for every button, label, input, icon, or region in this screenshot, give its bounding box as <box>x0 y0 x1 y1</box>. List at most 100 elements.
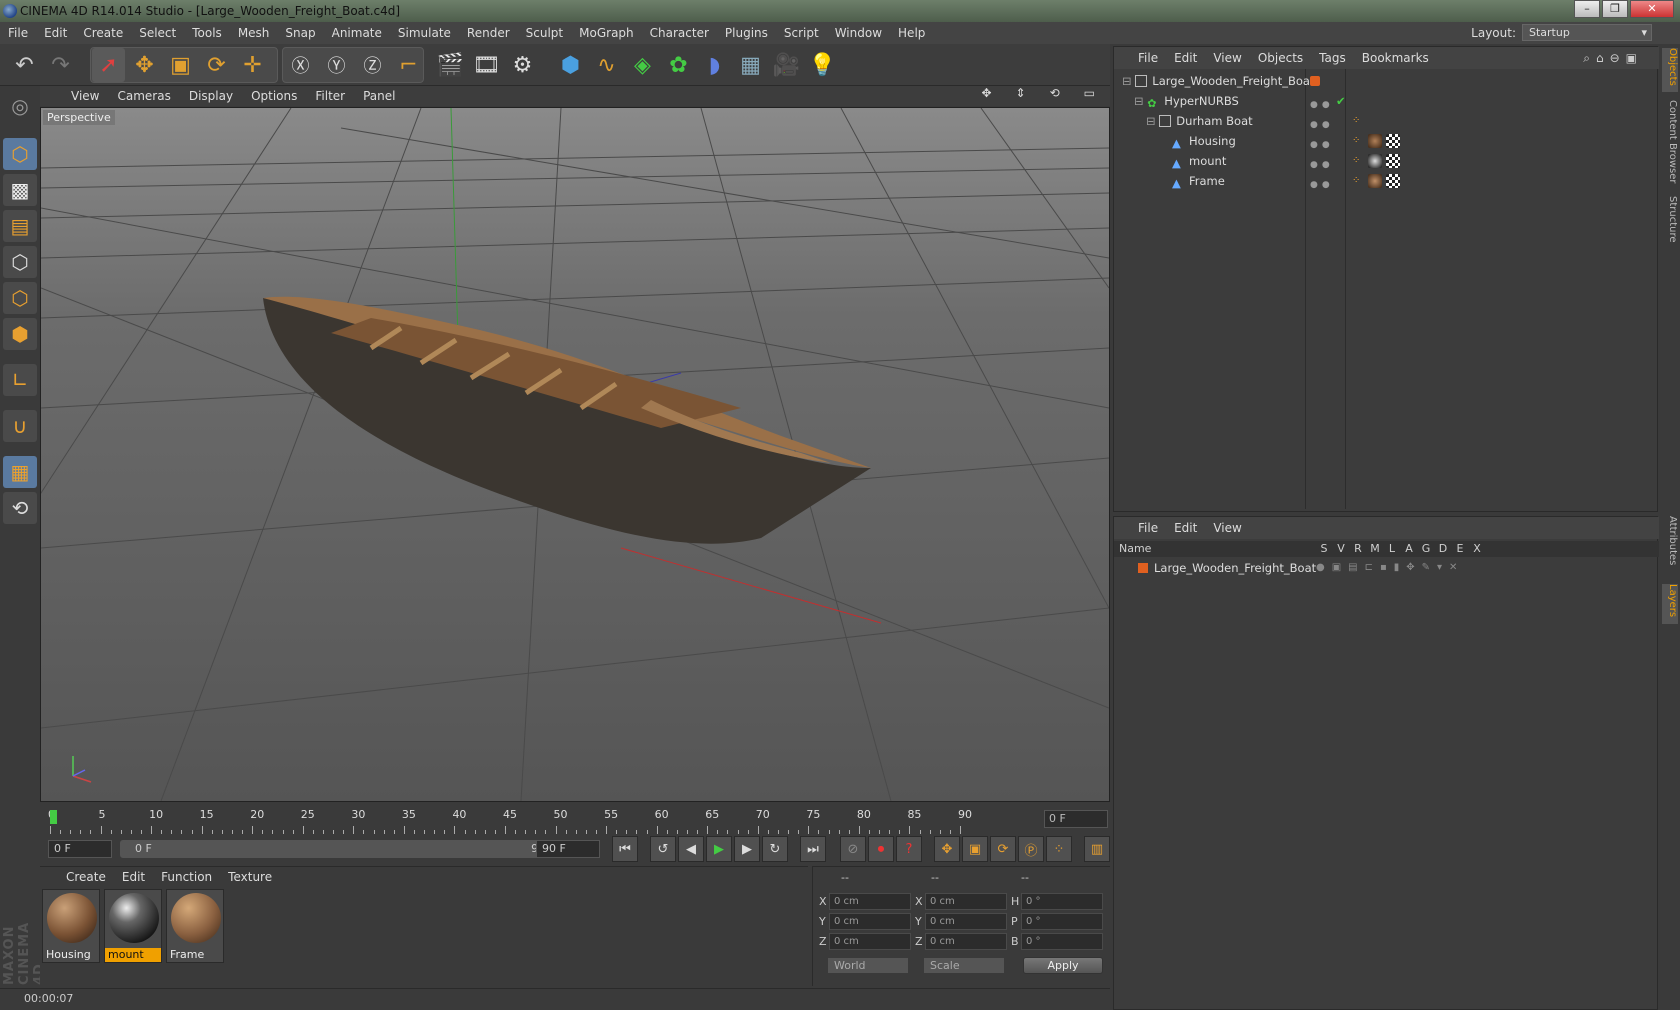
layer-menu-view[interactable]: View <box>1205 521 1249 535</box>
menu-render[interactable]: Render <box>459 26 518 40</box>
layer-col-generators[interactable]: G <box>1418 541 1434 557</box>
layer-col-manager[interactable]: M <box>1367 541 1383 557</box>
layer-row[interactable]: Large_Wooden_Freight_Boat ●▣▤⊏▪▮✥✎▾✕ <box>1114 559 1659 577</box>
orbit-view-icon[interactable]: ⟲ <box>1041 86 1069 100</box>
rotation-b-field[interactable]: 0 ° <box>1021 933 1103 950</box>
go-to-start-icon[interactable]: ⏮ <box>612 836 638 862</box>
next-key-icon[interactable]: ↻ <box>762 836 788 862</box>
autokey-icon[interactable]: ⏺ <box>868 836 894 862</box>
size-y-field[interactable]: 0 cm <box>925 913 1007 930</box>
key-rotation-icon[interactable]: ⟳ <box>990 836 1016 862</box>
enabled-check-icon[interactable]: ✔ <box>1336 91 1346 111</box>
material-swatch-frame[interactable]: Frame <box>166 889 224 963</box>
position-x-field[interactable]: 0 cm <box>829 893 911 910</box>
phong-tag-icon[interactable]: ⁘ <box>1352 171 1360 191</box>
light-icon[interactable]: 💡 <box>806 48 839 82</box>
floor-icon[interactable]: ▦ <box>734 48 767 82</box>
object-row-mount[interactable]: ▲ mount ●● ⁘ <box>1114 151 1657 171</box>
frame-ruler[interactable]: 051015202530354045505560657075808590 <box>48 808 1035 834</box>
menu-mograph[interactable]: MoGraph <box>571 26 642 40</box>
key-parameter-icon[interactable]: Ⓟ <box>1018 836 1044 862</box>
viewport-menu-options[interactable]: Options <box>242 89 306 103</box>
menu-script[interactable]: Script <box>776 26 827 40</box>
maximize-button[interactable]: ❐ <box>1602 0 1628 18</box>
spline-pen-icon[interactable]: ∿ <box>590 48 623 82</box>
workplane-mode-icon[interactable]: ▤ <box>3 210 37 242</box>
boat-model[interactable] <box>263 296 871 544</box>
object-menu-tags[interactable]: Tags <box>1311 51 1354 65</box>
go-to-end-icon[interactable]: ⏭ <box>800 836 826 862</box>
menu-create[interactable]: Create <box>75 26 131 40</box>
snap-magnet-icon[interactable]: ∪ <box>3 410 37 442</box>
planar-workplane-icon[interactable]: ⟲ <box>3 492 37 524</box>
start-frame-field[interactable]: 0 F <box>48 840 112 858</box>
current-frame-field[interactable]: 0 F <box>1044 810 1108 828</box>
make-editable-icon[interactable]: ◎ <box>3 90 37 122</box>
viewport-menu-cameras[interactable]: Cameras <box>108 89 179 103</box>
end-frame-field[interactable]: 90 F <box>536 840 600 858</box>
next-frame-icon[interactable]: ▶ <box>734 836 760 862</box>
menu-window[interactable]: Window <box>827 26 890 40</box>
layer-col-solo[interactable]: S <box>1316 541 1332 557</box>
material-swatch-housing[interactable]: Housing <box>42 889 100 963</box>
texture-mode-icon[interactable]: ▩ <box>3 174 37 206</box>
array-icon[interactable]: ✿ <box>662 48 695 82</box>
menu-sculpt[interactable]: Sculpt <box>518 26 571 40</box>
housing-material-tag[interactable] <box>1368 134 1382 148</box>
object-menu-file[interactable]: File <box>1130 51 1166 65</box>
polygons-mode-icon[interactable]: ⬢ <box>3 318 37 350</box>
menu-select[interactable]: Select <box>131 26 184 40</box>
menu-edit[interactable]: Edit <box>36 26 75 40</box>
rotation-h-field[interactable]: 0 ° <box>1021 893 1103 910</box>
phong-tag-icon[interactable]: ⁘ <box>1352 151 1360 171</box>
perspective-viewport[interactable]: Perspective <box>40 107 1110 802</box>
size-mode-dropdown[interactable]: Scale <box>923 957 1005 974</box>
material-menu-texture[interactable]: Texture <box>220 870 280 884</box>
live-selection-icon[interactable]: ➚ <box>92 48 125 82</box>
phong-tag-icon[interactable]: ⁘ <box>1352 111 1360 131</box>
frame-material-tag[interactable] <box>1368 174 1382 188</box>
pan-view-icon[interactable]: ✥ <box>972 86 1000 100</box>
redo-icon[interactable]: ↷ <box>44 48 77 82</box>
tab-layers[interactable]: Layers <box>1662 584 1678 624</box>
play-icon[interactable]: ▶ <box>706 836 732 862</box>
undo-icon[interactable]: ↶ <box>8 48 41 82</box>
frame-range-slider[interactable]: 0 F 90 F <box>120 840 570 858</box>
tab-objects[interactable]: Objects <box>1662 48 1678 92</box>
toggle-panels-icon[interactable]: ▭ <box>1075 86 1104 100</box>
menu-help[interactable]: Help <box>890 26 933 40</box>
material-menu-edit[interactable]: Edit <box>114 870 153 884</box>
object-row-hypernurbs[interactable]: ⊟ ✿ HyperNURBS ●● ✔ <box>1114 91 1657 111</box>
menu-tools[interactable]: Tools <box>184 26 230 40</box>
last-tool-icon[interactable]: ✛ <box>236 48 269 82</box>
scale-icon[interactable]: ▣ <box>164 48 197 82</box>
menu-simulate[interactable]: Simulate <box>390 26 459 40</box>
uvw-tag-icon[interactable] <box>1386 134 1400 148</box>
material-menu-function[interactable]: Function <box>153 870 220 884</box>
minimize-button[interactable]: – <box>1574 0 1600 18</box>
key-scale-icon[interactable]: ▣ <box>962 836 988 862</box>
layer-menu-edit[interactable]: Edit <box>1166 521 1205 535</box>
z-axis-lock-icon[interactable]: Ⓩ <box>356 48 389 82</box>
viewport-camera-label[interactable]: Perspective <box>43 110 115 125</box>
y-axis-lock-icon[interactable]: Ⓨ <box>320 48 353 82</box>
record-keys-icon[interactable]: ⊘ <box>840 836 866 862</box>
layer-menu-file[interactable]: File <box>1130 521 1166 535</box>
camera-icon[interactable]: 🎥 <box>770 48 803 82</box>
object-row-boat[interactable]: ⊟ Large_Wooden_Freight_Boat <box>1114 71 1657 91</box>
coordinate-system-icon[interactable]: ⌐ <box>392 48 425 82</box>
menu-animate[interactable]: Animate <box>324 26 390 40</box>
viewport-menu-view[interactable]: View <box>62 89 108 103</box>
layer-toggle-icons[interactable]: ●▣▤⊏▪▮✥✎▾✕ <box>1316 559 1464 577</box>
coordinate-mode-dropdown[interactable]: World <box>827 957 909 974</box>
playhead-marker[interactable] <box>50 810 57 824</box>
menu-snap[interactable]: Snap <box>277 26 323 40</box>
position-z-field[interactable]: 0 cm <box>829 933 911 950</box>
size-z-field[interactable]: 0 cm <box>925 933 1007 950</box>
material-swatch-mount[interactable]: mount <box>104 889 162 963</box>
object-row-frame[interactable]: ▲ Frame ●● ⁘ <box>1114 171 1657 191</box>
edges-mode-icon[interactable]: ⬡ <box>3 282 37 314</box>
uvw-tag-icon[interactable] <box>1386 174 1400 188</box>
render-view-icon[interactable]: 🎬 <box>434 48 467 82</box>
layer-col-render[interactable]: R <box>1350 541 1366 557</box>
